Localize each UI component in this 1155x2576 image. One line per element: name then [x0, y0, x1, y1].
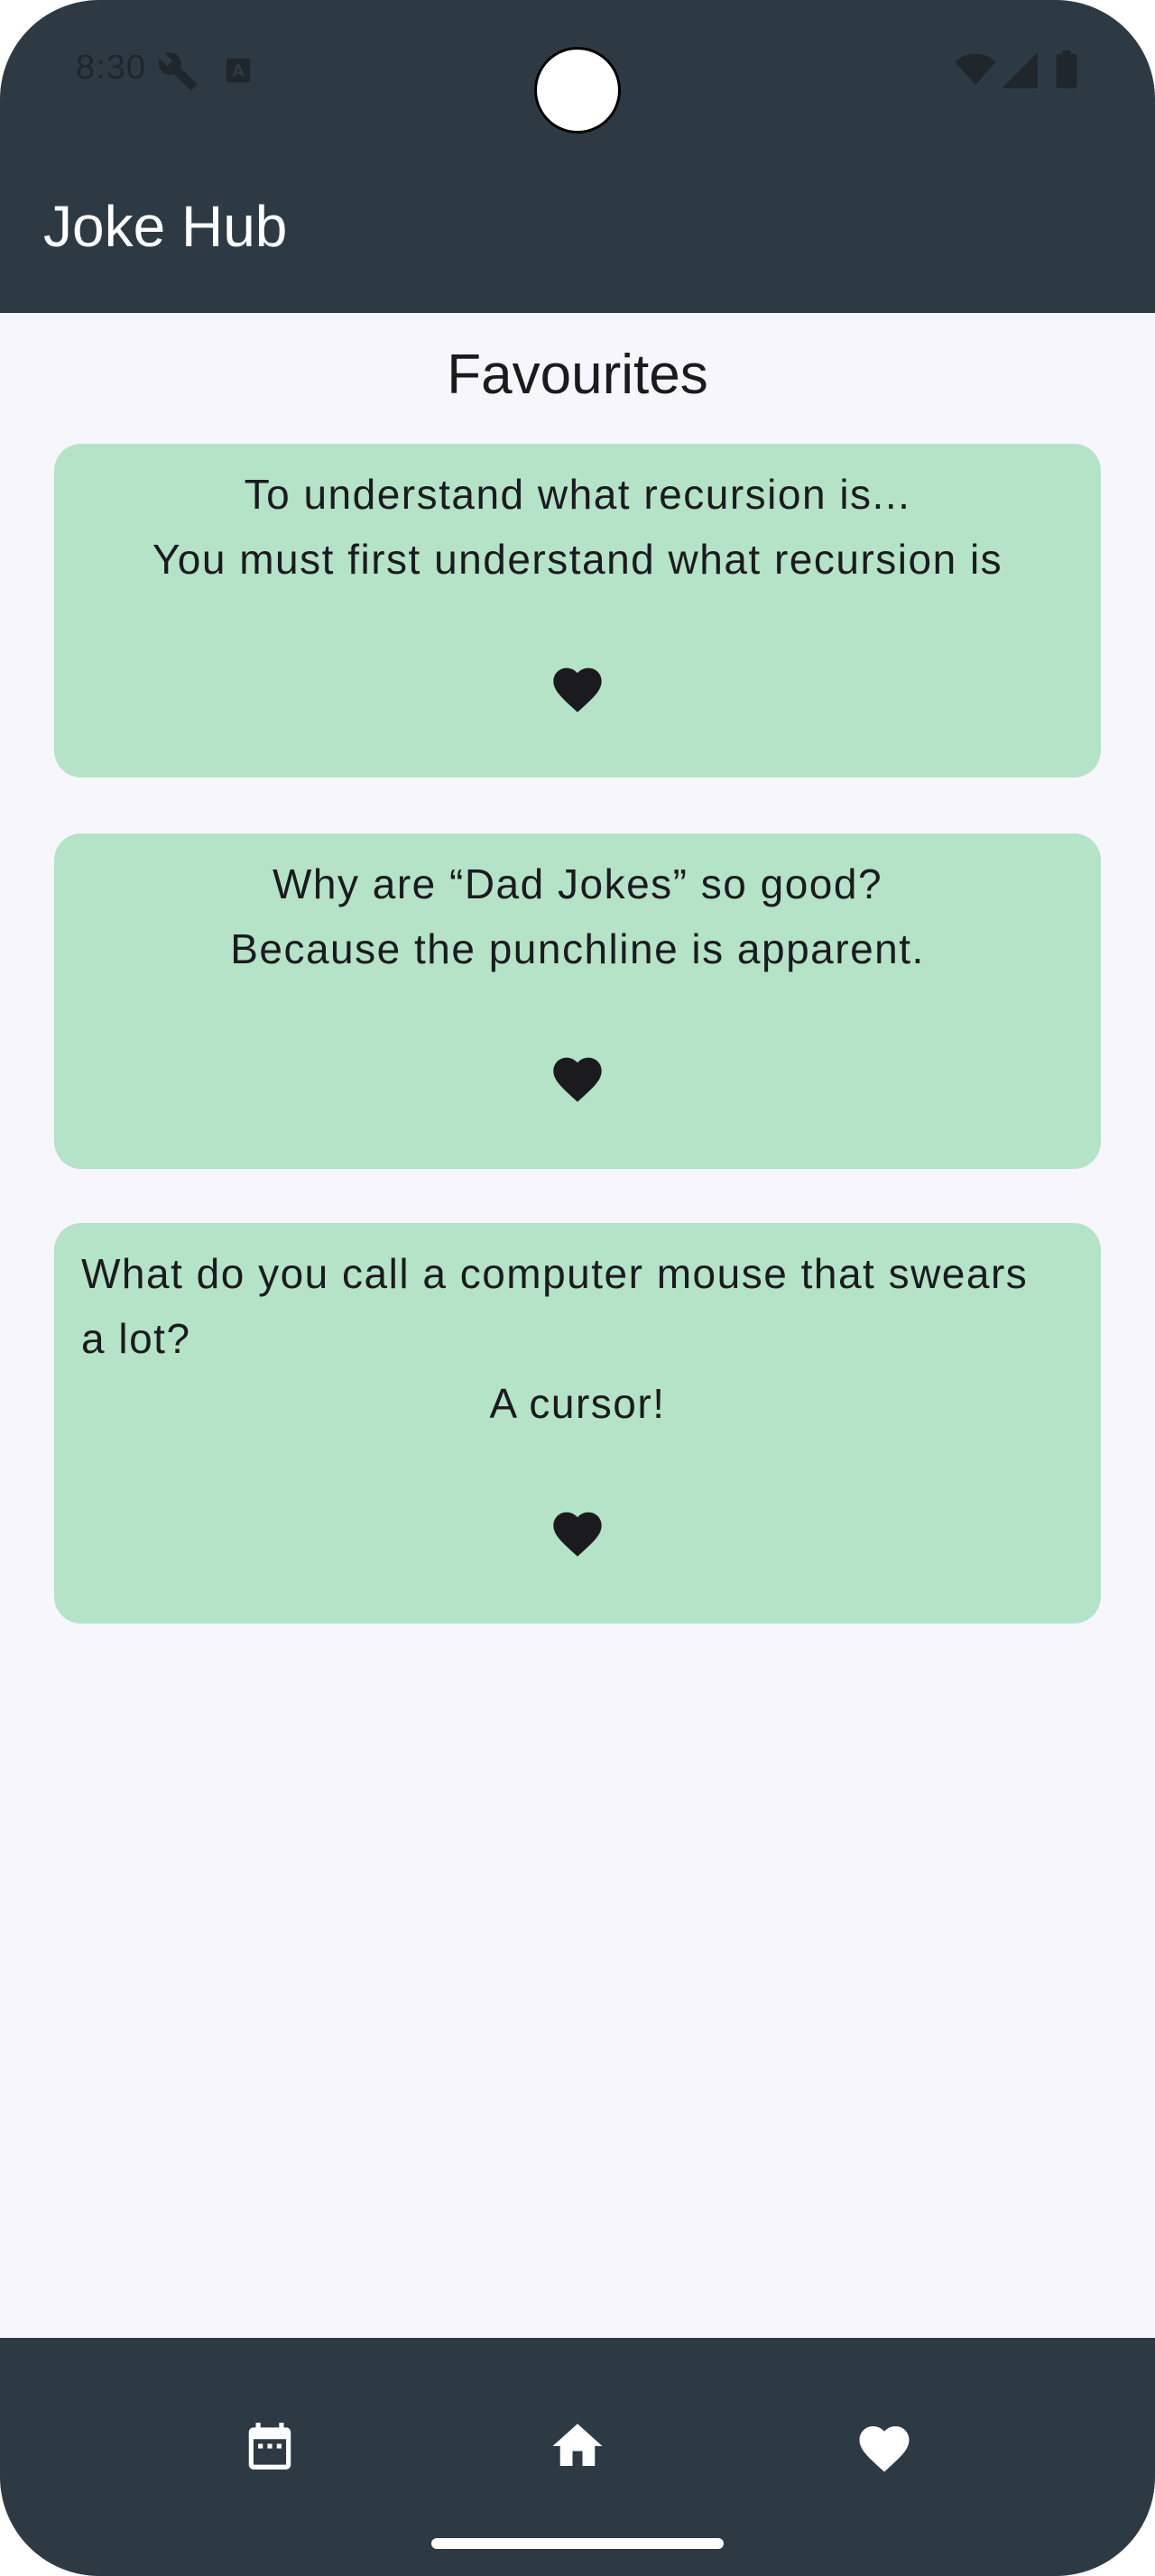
joke-card: Why are “Dad Jokes” so good? Because the…	[54, 833, 1101, 1169]
calendar-icon	[248, 2423, 291, 2470]
joke-punchline: You must first understand what recursion…	[152, 536, 1003, 583]
page-heading: Favourites	[447, 344, 708, 406]
home-icon	[552, 2424, 603, 2466]
joke-setup: Why are “Dad Jokes” so good?	[272, 860, 883, 907]
nav-calendar[interactable]	[216, 2392, 324, 2500]
signal-icon	[1002, 52, 1038, 93]
joke-text: Why are “Dad Jokes” so good? Because the…	[81, 851, 1074, 981]
joke-setup: What do you call a computer mouse that s…	[81, 1250, 1029, 1297]
unfavourite-button[interactable]	[549, 1050, 606, 1104]
nav-favourites[interactable]	[830, 2392, 938, 2500]
app-title: Joke Hub	[43, 194, 288, 259]
status-time: 8:30	[76, 49, 146, 87]
joke-punchline: A cursor!	[489, 1380, 666, 1427]
joke-card: What do you call a computer mouse that s…	[54, 1223, 1101, 1624]
wifi-icon	[955, 52, 996, 91]
heart-icon	[859, 2426, 910, 2472]
top-app-bar: 8:30 A Joke Hub	[0, 0, 1155, 313]
nav-home[interactable]	[523, 2392, 632, 2500]
unfavourite-button[interactable]	[549, 660, 606, 714]
phone-screen: 8:30 A Joke Hub Favourites To understand…	[0, 0, 1155, 2576]
joke-setup: a lot?	[81, 1315, 191, 1362]
heart-filled-icon	[553, 667, 602, 713]
joke-setup: To understand what recursion is...	[244, 471, 911, 518]
bottom-navigation	[0, 2338, 1155, 2576]
joke-punchline: Because the punchline is apparent.	[230, 925, 925, 972]
keyboard-a-icon: A	[224, 56, 253, 89]
camera-cutout	[534, 47, 621, 133]
joke-text: What do you call a computer mouse that s…	[81, 1241, 1074, 1436]
joke-card: To understand what recursion is... You m…	[54, 444, 1101, 777]
gesture-handle[interactable]	[431, 2538, 724, 2549]
svg-text:A: A	[232, 63, 245, 81]
heart-filled-icon	[553, 1512, 602, 1557]
status-bar: 8:30 A	[0, 0, 1155, 140]
battery-icon	[1056, 51, 1077, 93]
joke-text: To understand what recursion is... You m…	[81, 462, 1074, 592]
unfavourite-button[interactable]	[549, 1504, 606, 1559]
heart-filled-icon	[553, 1057, 602, 1102]
wrench-icon	[157, 51, 199, 97]
